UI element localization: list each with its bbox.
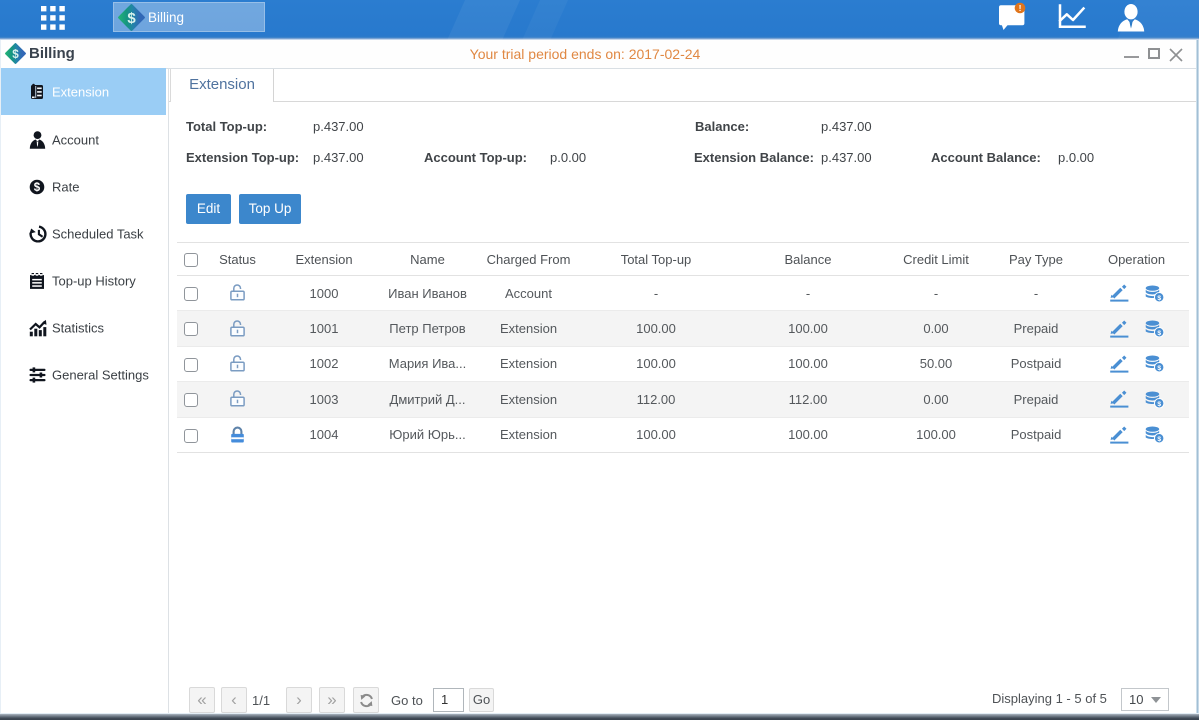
svg-text:$: $: [127, 10, 136, 27]
svg-text:$: $: [34, 182, 41, 194]
svg-text:$: $: [1157, 365, 1161, 372]
svg-text:$: $: [1157, 401, 1161, 408]
svg-text:$: $: [1157, 436, 1161, 443]
svg-text:!: !: [1019, 3, 1022, 13]
svg-text:$: $: [1157, 330, 1161, 337]
svg-text:$: $: [1157, 294, 1161, 301]
